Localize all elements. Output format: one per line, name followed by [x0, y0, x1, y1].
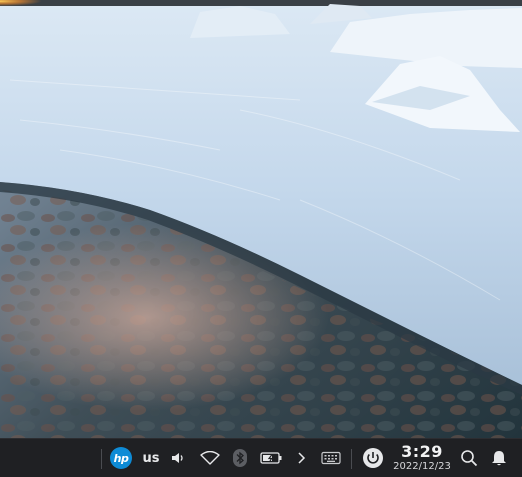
bluetooth-button[interactable] — [231, 439, 249, 477]
battery-icon — [260, 452, 282, 464]
desktop-wallpaper — [0, 0, 522, 438]
bluetooth-icon — [233, 449, 247, 467]
volume-icon — [172, 453, 183, 463]
taskbar-divider — [351, 449, 352, 469]
virtual-keyboard-icon — [321, 451, 341, 465]
chevron-right-icon — [298, 452, 306, 464]
power-icon — [363, 448, 383, 468]
tray-expand-button[interactable] — [292, 439, 310, 477]
virtual-keyboard-button[interactable] — [319, 439, 343, 477]
wifi-button[interactable] — [198, 439, 222, 477]
search-button[interactable] — [458, 439, 480, 477]
search-icon — [461, 450, 478, 467]
battery-button[interactable] — [258, 439, 284, 477]
taskbar: hp us 3:29 2022/12/23 — [0, 438, 522, 477]
clock-date: 2022/12/23 — [393, 461, 451, 472]
power-button[interactable] — [360, 439, 386, 477]
hp-logo-text: hp — [113, 451, 129, 465]
clock[interactable]: 3:29 2022/12/23 — [392, 439, 452, 477]
notifications-button[interactable] — [488, 439, 510, 477]
volume-button[interactable] — [168, 439, 188, 477]
clock-time: 3:29 — [401, 442, 443, 461]
keyboard-language-label: us — [142, 450, 160, 466]
hp-launcher-button[interactable]: hp — [108, 439, 134, 477]
taskbar-divider — [101, 449, 102, 469]
wifi-icon — [200, 451, 220, 465]
keyboard-language-button[interactable]: us — [139, 439, 163, 477]
bell-icon — [492, 451, 506, 466]
hp-logo-icon: hp — [110, 447, 132, 469]
